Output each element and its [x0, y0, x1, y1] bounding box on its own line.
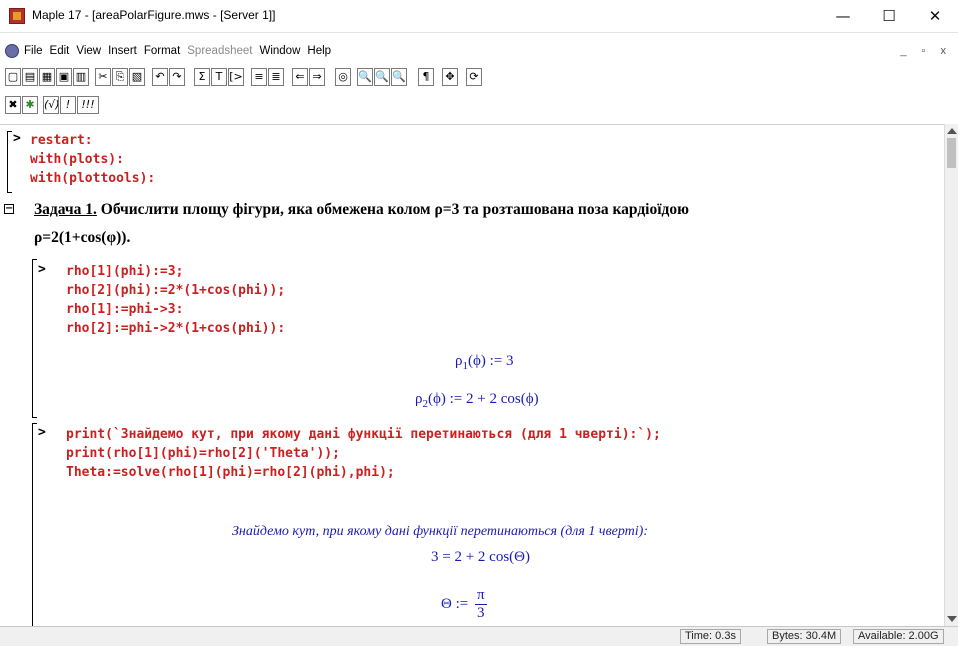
math-output: Θ := π 3	[441, 587, 487, 622]
rho-symbol: ρ	[415, 391, 423, 407]
maximize-button[interactable]: ☐	[866, 0, 912, 32]
minimize-button[interactable]: —	[820, 0, 866, 32]
menu-help[interactable]: Help	[307, 45, 331, 57]
execution-group-bracket[interactable]	[32, 423, 37, 627]
vertical-scrollbar[interactable]	[944, 124, 958, 626]
math-output: ρ1(ϕ) := 3	[455, 353, 514, 372]
code-line[interactable]: with(plottools):	[30, 169, 155, 188]
text-icon[interactable]: T	[211, 68, 227, 86]
output-rhs: (ϕ) := 3	[468, 353, 514, 369]
prompt-icon[interactable]: [>	[228, 68, 244, 86]
close-button[interactable]: ✕	[912, 0, 958, 32]
menu-view[interactable]: View	[76, 45, 101, 57]
scroll-thumb[interactable]	[947, 138, 956, 168]
execute-all-icon[interactable]: !!!	[77, 96, 99, 114]
section-heading-line2: ρ=2(1+cos(φ)).	[34, 229, 131, 246]
maple-app-icon[interactable]	[9, 8, 25, 24]
status-bytes: Bytes: 30.4M	[767, 629, 842, 644]
output-rhs: (ϕ) := 2 + 2 cos(ϕ)	[428, 391, 539, 407]
status-bar: Time: 0.3s Bytes: 30.4M Available: 2.00G	[0, 626, 958, 646]
document-menu-icon[interactable]	[5, 44, 19, 58]
fraction-denominator: 3	[477, 605, 485, 621]
menu-items: File Edit View Insert Format Spreadsheet Windo…	[24, 45, 338, 57]
worksheet[interactable]: > restart: with(plots): with(plottools):…	[0, 124, 944, 627]
theta-assign: Θ :=	[441, 595, 469, 612]
paste-icon[interactable]: ▧	[129, 68, 145, 86]
execute-icon[interactable]: !	[60, 96, 76, 114]
zoom-100-icon[interactable]: 🔍	[357, 68, 373, 86]
main-toolbar: ▢ ▤ ▦ ▣ ▥ ✂ ⎘ ▧ ↶ ↷ Σ T [> ≡ ≣ ⇐ ⇒ ◎ 🔍 🔍 🔍 ¶ ✥ ⟳	[0, 66, 958, 90]
copy-icon[interactable]: ⎘	[112, 68, 128, 86]
status-time: Time: 0.3s	[680, 629, 741, 644]
menu-insert[interactable]: Insert	[108, 45, 137, 57]
code-line[interactable]: restart:	[30, 131, 93, 150]
prompt-marker: >	[38, 262, 46, 277]
prompt-marker: >	[13, 131, 21, 146]
redo-icon[interactable]: ↷	[169, 68, 185, 86]
math-output: 3 = 2 + 2 cos(Θ)	[431, 549, 530, 565]
save-all-icon[interactable]: ▦	[39, 68, 55, 86]
section-heading: Задача 1. Обчислити площу фігури, яка об…	[34, 201, 689, 219]
context-toolbar: ✖ ✱ (√)!!!!	[0, 94, 958, 118]
menu-spreadsheet[interactable]: Spreadsheet	[187, 45, 252, 57]
scroll-up-icon[interactable]	[947, 128, 957, 134]
status-available: Available: 2.00G	[853, 629, 944, 644]
text-output: Знайдемо кут, при якому дані функції пер…	[232, 524, 649, 539]
title-bar: Maple 17 - [areaPolarFigure.mws - [Serve…	[0, 0, 958, 33]
task-text: Обчислити площу фігури, яка обмежена кол…	[96, 201, 689, 218]
zoom-150-icon[interactable]: 🔍	[374, 68, 390, 86]
menu-window[interactable]: Window	[259, 45, 300, 57]
mdi-window-controls[interactable]: _ ▫ x	[900, 45, 952, 57]
math-output: ρ2(ϕ) := 2 + 2 cos(ϕ)	[415, 391, 539, 410]
undo-icon[interactable]: ↶	[152, 68, 168, 86]
sum-icon[interactable]: Σ	[194, 68, 210, 86]
menu-file[interactable]: File	[24, 45, 43, 57]
debug-icon[interactable]: ✱	[22, 96, 38, 114]
code-line[interactable]: print(rho[1](phi)=rho[2]('Theta'));	[66, 444, 340, 463]
code-line[interactable]: rho[2](phi):=2*(1+cos(phi));	[66, 281, 285, 300]
code-line[interactable]: print(`Знайдемо кут, при якому дані функ…	[66, 425, 661, 444]
open-icon[interactable]: ▤	[22, 68, 38, 86]
window-title: Maple 17 - [areaPolarFigure.mws - [Serve…	[32, 8, 276, 22]
zoom-200-icon[interactable]: 🔍	[391, 68, 407, 86]
restart-icon[interactable]: ⟳	[466, 68, 482, 86]
code-line[interactable]: Theta:=solve(rho[1](phi)=rho[2](phi),phi…	[66, 463, 395, 482]
fraction: π 3	[474, 587, 487, 622]
execution-group-bracket[interactable]	[7, 131, 12, 193]
indent-icon[interactable]: ≡	[251, 68, 267, 86]
prompt-marker: >	[38, 425, 46, 440]
new-icon[interactable]: ▢	[5, 68, 21, 86]
pilcrow-icon[interactable]: ¶	[418, 68, 434, 86]
menu-bar: File Edit View Insert Format Spreadsheet Windo…	[0, 44, 958, 62]
section-collapse-toggle[interactable]: −	[4, 204, 14, 214]
code-line[interactable]: with(plots):	[30, 150, 124, 169]
print-icon[interactable]: ▥	[73, 68, 89, 86]
back-icon[interactable]: ⇐	[292, 68, 308, 86]
execution-group-bracket[interactable]	[32, 259, 37, 418]
expand-icon[interactable]: ✥	[442, 68, 458, 86]
task-label: Задача 1.	[34, 201, 97, 218]
close-group-icon[interactable]: ✖	[5, 96, 21, 114]
forward-icon[interactable]: ⇒	[309, 68, 325, 86]
outdent-icon[interactable]: ≣	[268, 68, 284, 86]
fraction-numerator: π	[474, 587, 487, 605]
code-line[interactable]: rho[1]:=phi->3:	[66, 300, 183, 319]
menu-edit[interactable]: Edit	[50, 45, 70, 57]
rho-symbol: ρ	[455, 353, 463, 369]
save-icon[interactable]: ▣	[56, 68, 72, 86]
scroll-down-icon[interactable]	[947, 616, 957, 622]
stop-icon[interactable]: ◎	[335, 68, 351, 86]
code-line[interactable]: rho[2]:=phi->2*(1+cos(phi)):	[66, 319, 285, 338]
evaluate-selection-icon[interactable]: (√)	[43, 96, 59, 114]
code-line[interactable]: rho[1](phi):=3;	[66, 262, 183, 281]
menu-format[interactable]: Format	[144, 45, 180, 57]
cut-icon[interactable]: ✂	[95, 68, 111, 86]
